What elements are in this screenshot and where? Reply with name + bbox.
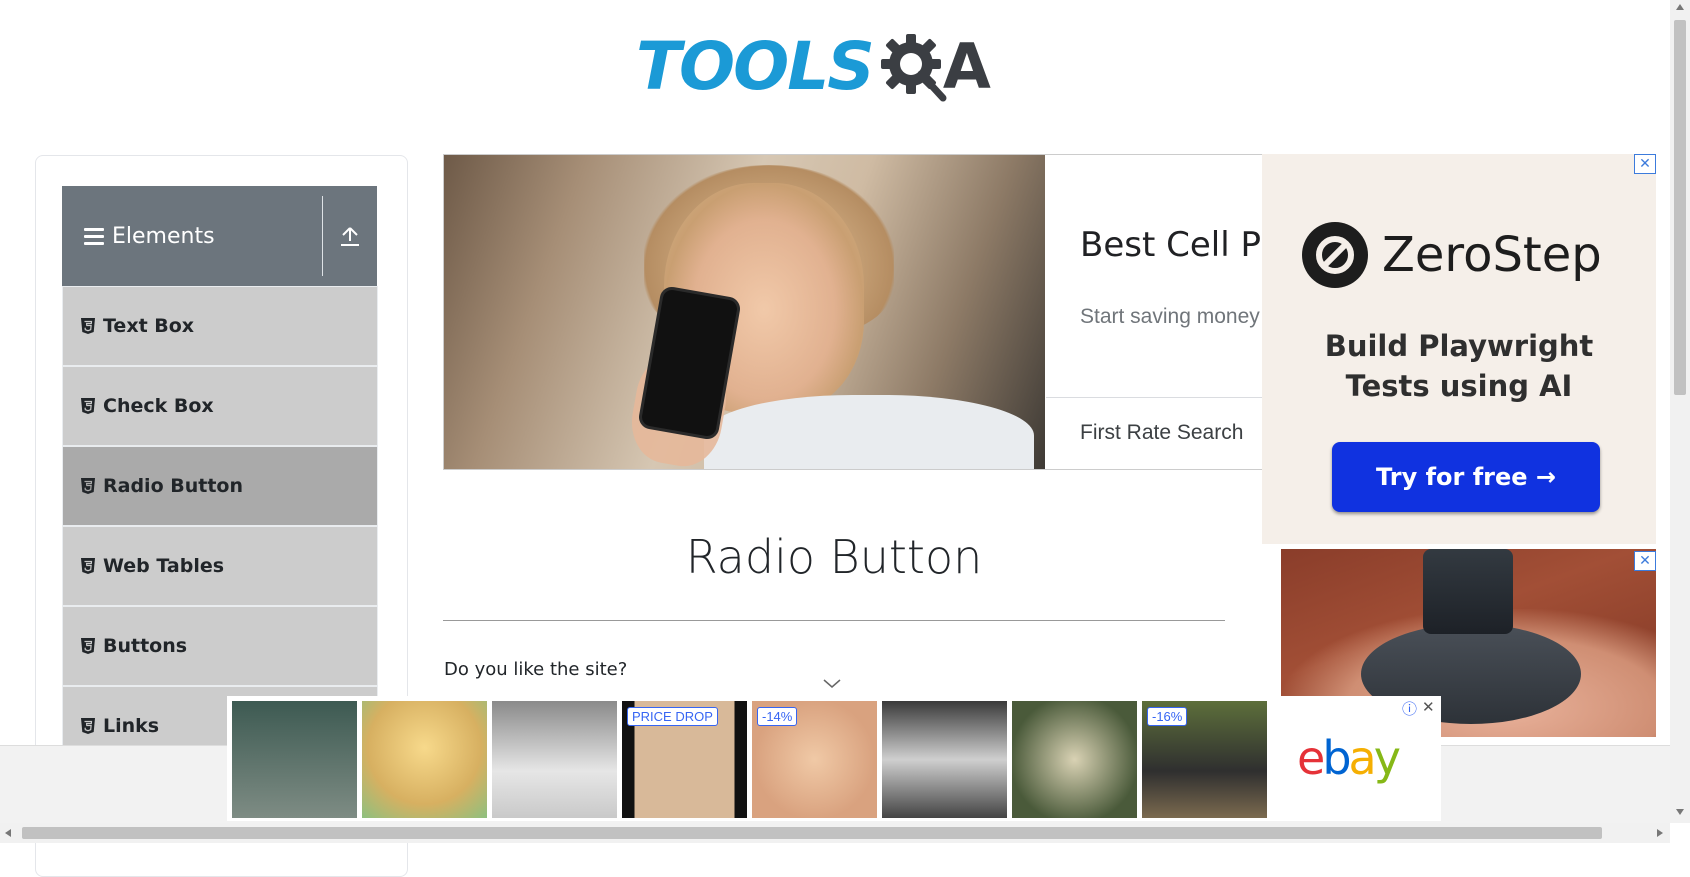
vertical-scroll-thumb[interactable] (1674, 20, 1686, 395)
sidebar-item-label: Buttons (103, 635, 188, 657)
sidebar-item-check-box[interactable]: Check Box (62, 366, 378, 446)
scroll-down-arrow-icon[interactable] (1676, 809, 1684, 815)
sidebar-item-web-tables[interactable]: Web Tables (62, 526, 378, 606)
sidebar-item-radio-button[interactable]: Radio Button (62, 446, 378, 526)
ebay-ad-banner[interactable]: PRICE DROP -14% -16% ebay ⓘ ✕ (227, 696, 1441, 821)
zerostep-brand: ZeroStep (1382, 227, 1602, 283)
product-thumbnail[interactable] (882, 701, 1007, 818)
discount-badge: -14% (757, 707, 798, 726)
sidebar-item-label: Text Box (103, 315, 195, 337)
scroll-up-arrow-icon[interactable] (1676, 4, 1684, 10)
ebay-logo[interactable]: ebay (1297, 731, 1401, 785)
product-thumbnail[interactable] (492, 701, 617, 818)
ad-text-panel: Best Cell P Start saving money First Rat… (1046, 155, 1266, 469)
gear-magnifier-icon (880, 34, 947, 102)
sidebar-item-label: Check Box (103, 395, 214, 417)
radio-question: Do you like the site? (444, 659, 628, 680)
title-divider (443, 620, 1225, 621)
try-for-free-button[interactable]: Try for free → (1332, 442, 1600, 512)
chevron-down-icon[interactable] (822, 678, 842, 690)
ad-close-button[interactable]: ✕ (1634, 551, 1656, 571)
horizontal-scrollbar[interactable] (0, 823, 1670, 843)
ad-photo-woman-with-phone (444, 155, 1045, 469)
collapse-button[interactable] (323, 186, 377, 286)
price-drop-badge: PRICE DROP (627, 707, 718, 726)
ad-close-button[interactable]: ✕ (1634, 154, 1656, 174)
elements-group-header[interactable]: Elements (62, 186, 377, 286)
ad-brand: First Rate Search (1080, 421, 1244, 444)
discount-badge: -16% (1147, 707, 1188, 726)
toolsqa-logo[interactable]: TOOLS A (636, 20, 1038, 112)
cell-phone-ad[interactable]: Best Cell P Start saving money First Rat… (443, 154, 1267, 470)
scroll-right-arrow-icon[interactable] (1657, 829, 1663, 837)
html5-icon (81, 478, 95, 494)
page-title: Radio Button (685, 530, 983, 584)
group-title: Elements (112, 223, 215, 249)
product-thumbnail[interactable]: -14% (752, 701, 877, 818)
zerostep-logo: ZeroStep (1302, 222, 1602, 288)
sidebar-item-label: Links (103, 715, 160, 737)
sidebar-item-label: Radio Button (103, 475, 243, 497)
ad-info-icon[interactable]: ⓘ (1402, 698, 1417, 719)
hamburger-icon (84, 227, 104, 245)
zerostep-icon (1302, 222, 1368, 288)
sidebar-item-label: Web Tables (103, 555, 225, 577)
vertical-scrollbar[interactable] (1670, 0, 1690, 823)
zerostep-ad[interactable]: ✕ ZeroStep Build Playwright Tests using … (1262, 154, 1656, 544)
sidebar-item-buttons[interactable]: Buttons (62, 606, 378, 686)
ad-headline: Best Cell P (1080, 225, 1261, 265)
scroll-left-arrow-icon[interactable] (5, 829, 11, 837)
horizontal-scroll-thumb[interactable] (22, 827, 1602, 839)
logo-a-text: A (942, 29, 991, 103)
html5-icon (81, 718, 95, 734)
product-thumbnail[interactable]: PRICE DROP (622, 701, 747, 818)
logo-tools-text: TOOLS (636, 27, 875, 105)
tagline-line-2: Tests using AI (1345, 369, 1573, 403)
ad-subtext: Start saving money (1080, 305, 1260, 328)
ad-close-icon[interactable]: ✕ (1422, 698, 1435, 716)
html5-icon (81, 558, 95, 574)
tagline-line-1: Build Playwright (1324, 329, 1594, 363)
sidebar-item-text-box[interactable]: Text Box (62, 286, 378, 366)
zerostep-tagline: Build Playwright Tests using AI (1262, 326, 1656, 406)
html5-icon (81, 398, 95, 414)
product-thumbnail[interactable]: -16% (1142, 701, 1267, 818)
product-thumbnail[interactable] (362, 701, 487, 818)
html5-icon (81, 638, 95, 654)
upload-arrow-icon (341, 227, 359, 246)
product-thumbnail[interactable] (232, 701, 357, 818)
product-thumbnail[interactable] (1012, 701, 1137, 818)
html5-icon (81, 318, 95, 334)
